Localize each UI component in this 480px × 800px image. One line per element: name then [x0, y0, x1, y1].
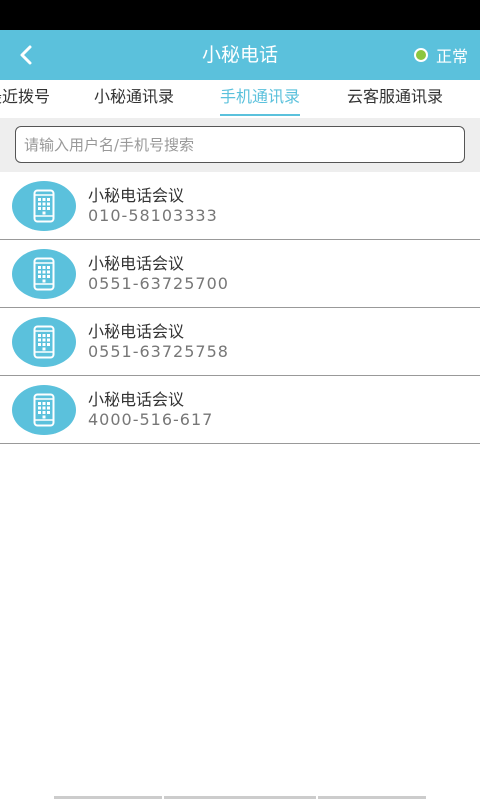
contact-number: 4000-516-617	[88, 410, 214, 429]
chevron-left-icon	[20, 45, 32, 65]
bottom-edge-mark	[318, 796, 426, 799]
phone-icon	[33, 189, 55, 223]
bottom-edge-mark	[54, 796, 162, 799]
contact-avatar	[12, 317, 76, 367]
phone-icon	[33, 325, 55, 359]
contact-name: 小秘电话会议	[88, 390, 185, 409]
tab-bar: 最近拨号 小秘通讯录 手机通讯录 云客服通讯录	[0, 80, 480, 118]
back-button[interactable]	[8, 35, 44, 75]
contact-list: 小秘电话会议 010-58103333 小秘电话会议 0551-63725700	[0, 172, 480, 444]
contact-avatar	[12, 385, 76, 435]
contact-number: 0551-63725758	[88, 342, 229, 361]
tab-cloud-service-contacts[interactable]: 云客服通讯录	[347, 80, 443, 118]
search-input[interactable]	[15, 126, 465, 163]
contact-name: 小秘电话会议	[88, 254, 185, 273]
search-area	[0, 118, 480, 172]
contact-number: 0551-63725700	[88, 274, 229, 293]
contact-number: 010-58103333	[88, 206, 218, 225]
contact-row[interactable]: 小秘电话会议 010-58103333	[0, 172, 480, 240]
phone-icon	[33, 393, 55, 427]
status-label: 正常	[435, 47, 468, 66]
tab-xiaomi-contacts[interactable]: 小秘通讯录	[94, 80, 174, 118]
system-status-bar	[0, 0, 480, 30]
contact-avatar	[12, 181, 76, 231]
bottom-edge-marks	[0, 796, 480, 800]
app-header: 小秘电话 正常	[0, 30, 480, 80]
phone-icon	[33, 257, 55, 291]
contact-name: 小秘电话会议	[88, 322, 185, 341]
contact-row[interactable]: 小秘电话会议 0551-63725700	[0, 240, 480, 308]
status-indicator: 正常	[413, 30, 468, 80]
status-dot-icon	[413, 48, 428, 62]
contact-row[interactable]: 小秘电话会议 4000-516-617	[0, 376, 480, 444]
bottom-edge-mark	[164, 796, 316, 799]
page-title: 小秘电话	[201, 44, 278, 66]
contact-row[interactable]: 小秘电话会议 0551-63725758	[0, 308, 480, 376]
tab-phone-contacts[interactable]: 手机通讯录	[220, 80, 301, 118]
contact-avatar	[12, 249, 76, 299]
tab-recent-calls[interactable]: 最近拨号	[0, 80, 50, 118]
contact-name: 小秘电话会议	[88, 186, 185, 205]
